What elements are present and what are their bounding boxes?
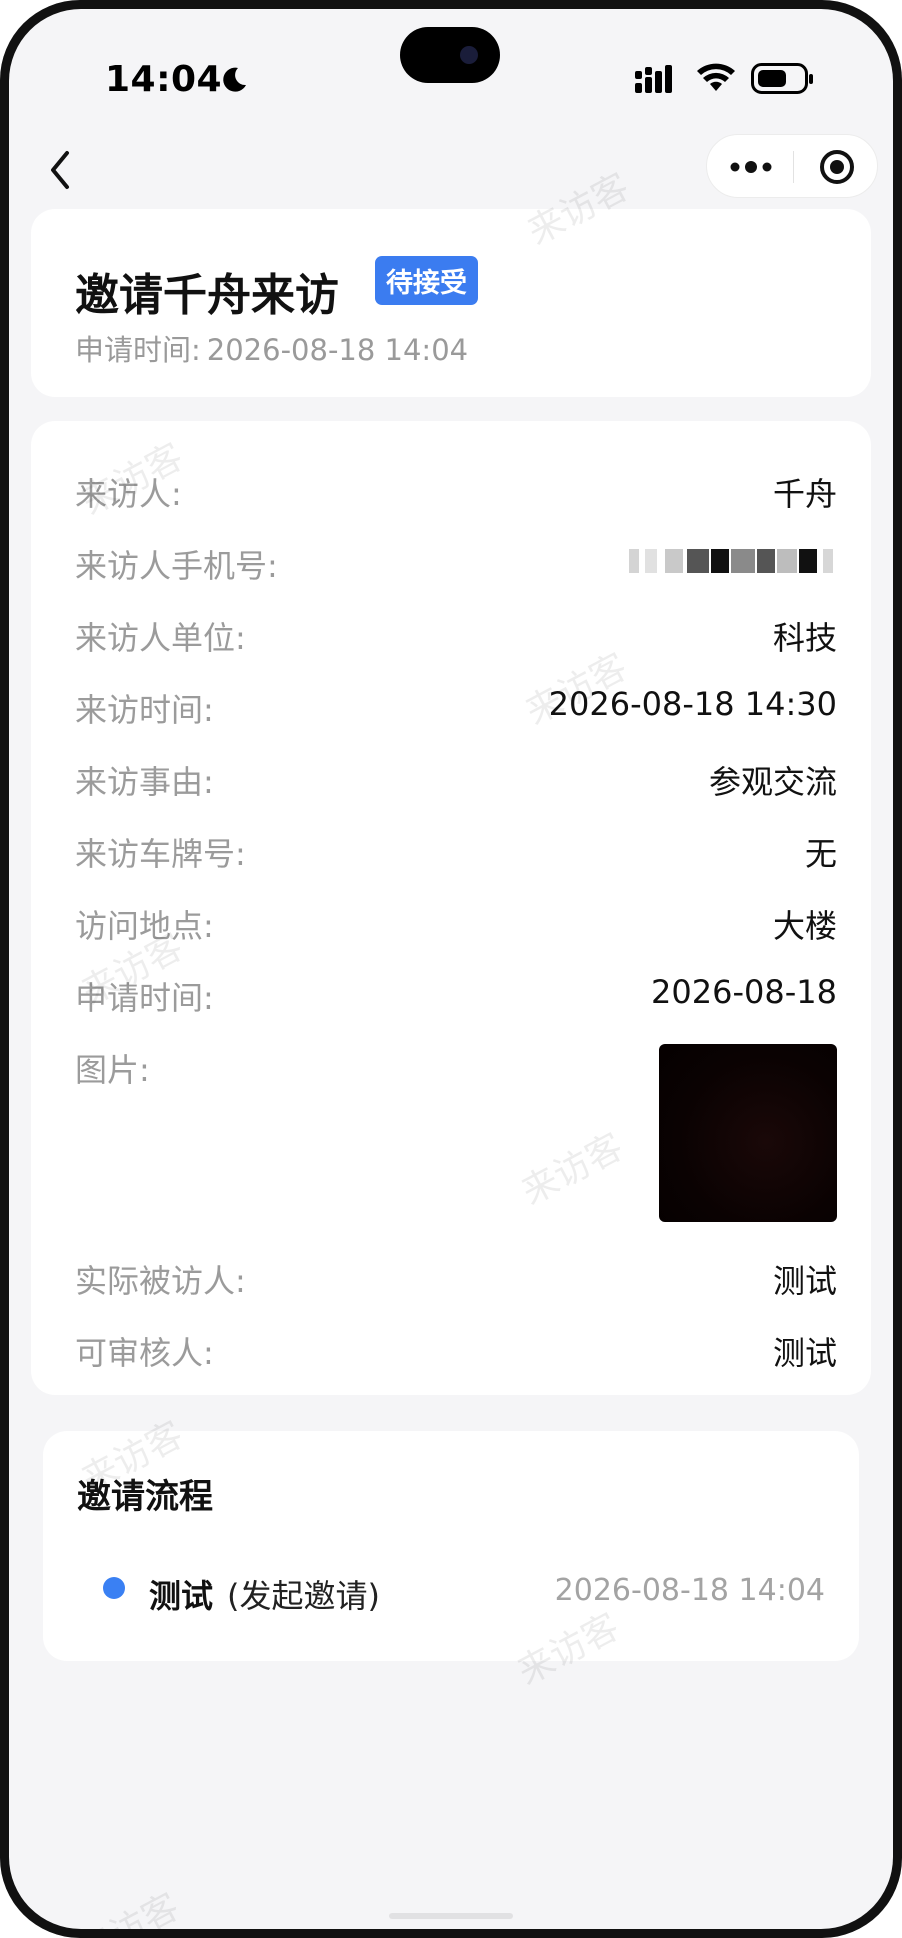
detail-label: 访问地点: xyxy=(75,907,214,945)
flow-step-action: (发起邀请) xyxy=(227,1577,380,1615)
detail-row-host: 实际被访人: 测试 xyxy=(75,1256,837,1300)
visitor-photo[interactable] xyxy=(659,1044,837,1222)
detail-row-phone: 来访人手机号: xyxy=(75,541,837,585)
title-card: 邀请千舟来访 待接受 申请时间: 2026-08-18 14:04 xyxy=(31,209,871,397)
detail-value: 2026-08-18 14:30 xyxy=(548,685,837,723)
screen: 14:04 邀请千舟来访 待接受 申请时间: 2026-08-18 14:04 … xyxy=(9,9,893,1929)
detail-value: 2026-08-18 xyxy=(651,973,837,1011)
detail-value: 千舟 xyxy=(772,475,837,513)
signal-icon xyxy=(635,65,672,93)
detail-label: 来访人: xyxy=(75,475,182,513)
detail-row-visit-time: 来访时间: 2026-08-18 14:30 xyxy=(75,685,837,729)
detail-value: 参观交流 xyxy=(708,763,837,801)
dynamic-island xyxy=(400,27,500,83)
detail-row-plate: 来访车牌号: 无 xyxy=(75,829,837,873)
apply-time: 申请时间: 2026-08-18 14:04 xyxy=(75,327,468,369)
detail-row-apply-date: 申请时间: 2026-08-18 xyxy=(75,973,837,1017)
capsule-divider xyxy=(793,151,794,183)
flow-step-time: 2026-08-18 14:04 xyxy=(554,1573,825,1608)
wifi-icon xyxy=(697,63,735,91)
detail-label: 实际被访人: xyxy=(75,1262,246,1300)
moon-icon xyxy=(223,67,246,92)
detail-label: 来访人手机号: xyxy=(75,547,278,585)
flow-step-name: 测试 xyxy=(149,1577,214,1615)
status-time: 14:04 xyxy=(105,59,223,100)
page-title: 邀请千舟来访 xyxy=(75,270,339,321)
detail-value: 科技 xyxy=(772,619,837,657)
detail-value: 测试 xyxy=(772,1334,837,1372)
detail-row-company: 来访人单位: 科技 xyxy=(75,613,837,657)
detail-value: 大楼 xyxy=(772,907,837,945)
flow-step-dot xyxy=(103,1577,125,1599)
detail-row-location: 访问地点: 大楼 xyxy=(75,901,837,945)
detail-label: 图片: xyxy=(75,1051,150,1089)
more-dots-icon[interactable] xyxy=(729,157,773,177)
status-badge: 待接受 xyxy=(375,256,478,305)
detail-row-reason: 来访事由: 参观交流 xyxy=(75,757,837,801)
detail-row-visitor: 来访人: 千舟 xyxy=(75,469,837,513)
detail-label: 可审核人: xyxy=(75,1334,214,1372)
details-card: 来访人: 千舟 来访人手机号: 来访人单位: 科技 来访时间: 2026-08-… xyxy=(31,421,871,1395)
apply-time-value: 2026-08-18 14:04 xyxy=(206,333,469,367)
detail-value: 测试 xyxy=(772,1262,837,1300)
phone-frame: 14:04 邀请千舟来访 待接受 申请时间: 2026-08-18 14:04 … xyxy=(0,0,902,1938)
detail-label: 来访车牌号: xyxy=(75,835,246,873)
detail-label: 来访人单位: xyxy=(75,619,246,657)
detail-label: 来访事由: xyxy=(75,763,214,801)
detail-label: 申请时间: xyxy=(75,979,214,1017)
back-button[interactable] xyxy=(41,145,81,195)
mini-program-capsule xyxy=(706,134,878,198)
detail-value: 无 xyxy=(804,835,837,873)
apply-time-label: 申请时间: xyxy=(75,333,201,367)
detail-label: 来访时间: xyxy=(75,691,214,729)
flow-title: 邀请流程 xyxy=(77,1477,213,1517)
detail-row-reviewer: 可审核人: 测试 xyxy=(75,1328,837,1372)
target-circle-icon[interactable] xyxy=(819,149,855,185)
masked-phone-number xyxy=(625,549,837,575)
home-indicator[interactable] xyxy=(389,1913,513,1919)
invite-flow-card: 邀请流程 测试 (发起邀请) 2026-08-18 14:04 xyxy=(43,1431,859,1661)
camera-icon xyxy=(460,46,478,64)
watermark: 来访客 xyxy=(67,1878,187,1929)
battery-icon xyxy=(751,63,813,94)
